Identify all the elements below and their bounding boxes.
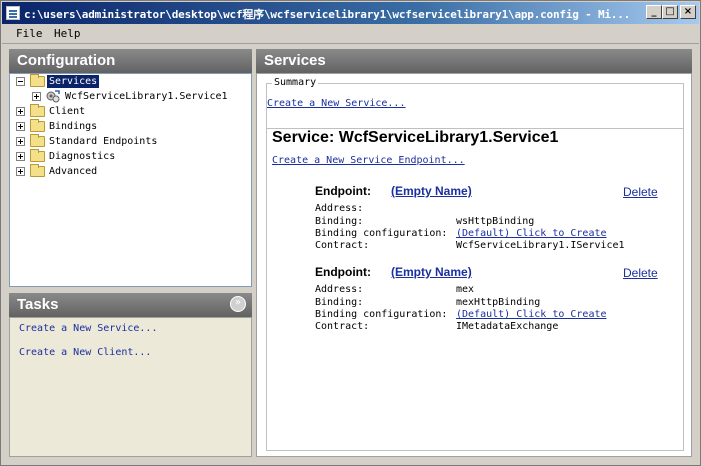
contract-value: WcfServiceLibrary1.IService1 (456, 240, 625, 251)
tree-label-bindings: Bindings (49, 121, 98, 132)
tree-label-diagnostics: Diagnostics (49, 151, 116, 162)
tree-label-services: Services (47, 75, 100, 88)
tree-item-bindings[interactable]: Bindings (10, 119, 250, 134)
task-create-client-link[interactable]: Create a New Client... (19, 347, 151, 358)
minimize-button[interactable]: _ (646, 5, 662, 19)
expand-icon[interactable] (16, 122, 25, 131)
binding-label: Binding: (315, 297, 364, 308)
binding-value: wsHttpBinding (456, 216, 535, 227)
binding-label: Binding: (315, 216, 364, 227)
services-header: Services (256, 49, 692, 73)
contract-value: IMetadataExchange (456, 321, 559, 332)
expand-icon[interactable] (16, 107, 25, 116)
expand-icon[interactable] (16, 137, 25, 146)
endpoint-label: Endpoint: (315, 265, 371, 279)
tasks-panel: Create a New Service... Create a New Cli… (9, 317, 252, 457)
create-endpoint-link[interactable]: Create a New Service Endpoint... (272, 155, 465, 166)
summary-legend: Summary (272, 77, 319, 88)
title-bar[interactable]: c:\users\administrator\desktop\wcf程序\wcf… (2, 2, 699, 24)
binding-configuration-link[interactable]: (Default) Click to Create (456, 309, 607, 320)
tasks-header: Tasks (9, 293, 252, 317)
task-create-service-link[interactable]: Create a New Service... (19, 323, 157, 334)
tree-item-diagnostics[interactable]: Diagnostics (10, 149, 250, 164)
configuration-tree[interactable]: Services WcfServiceLibrary1.Service1 Cli… (9, 73, 252, 287)
tree-item-client[interactable]: Client (10, 104, 250, 119)
folder-icon (30, 134, 45, 147)
tree-item-services[interactable]: Services (10, 74, 250, 89)
collapse-icon[interactable] (16, 77, 25, 86)
binding-configuration-link[interactable]: (Default) Click to Create (456, 228, 607, 239)
menu-file[interactable]: File (16, 27, 43, 40)
app-window: c:\users\administrator\desktop\wcf程序\wcf… (0, 0, 701, 466)
endpoint-name-link[interactable]: (Empty Name) (391, 184, 472, 198)
tree-label-client: Client (49, 106, 86, 117)
collapse-chevron-icon[interactable]: » (230, 296, 246, 312)
folder-icon (30, 149, 45, 162)
tree-label-advanced: Advanced (49, 166, 98, 177)
folder-icon (30, 164, 45, 177)
expand-icon[interactable] (32, 92, 41, 101)
contract-label: Contract: (315, 240, 370, 251)
contract-label: Contract: (315, 321, 370, 332)
tree-item-advanced[interactable]: Advanced (10, 164, 250, 179)
delete-endpoint-link[interactable]: Delete (623, 185, 658, 199)
menu-help[interactable]: Help (54, 27, 81, 40)
configuration-header: Configuration (9, 49, 252, 73)
expand-icon[interactable] (16, 152, 25, 161)
create-service-link[interactable]: Create a New Service... (267, 98, 405, 109)
maximize-button[interactable]: □ (662, 5, 678, 19)
address-value: mex (456, 284, 475, 295)
binding-configuration-label: Binding configuration: (315, 309, 448, 320)
window-title: c:\users\administrator\desktop\wcf程序\wcf… (24, 8, 631, 21)
folder-open-icon (30, 74, 45, 87)
tree-label-standard-endpoints: Standard Endpoints (49, 136, 158, 147)
service-title: Service: WcfServiceLibrary1.Service1 (272, 129, 559, 146)
binding-configuration-label: Binding configuration: (315, 228, 448, 239)
menu-bar: File Help (2, 24, 699, 44)
folder-icon (30, 119, 45, 132)
folder-icon (30, 104, 45, 117)
close-button[interactable]: × (680, 5, 696, 19)
tree-item-standard-endpoints[interactable]: Standard Endpoints (10, 134, 250, 149)
main-area: Configuration Services WcfServiceLibrary… (4, 46, 698, 463)
binding-value: mexHttpBinding (456, 297, 541, 308)
app-icon[interactable] (6, 6, 20, 20)
endpoint-name-link[interactable]: (Empty Name) (391, 265, 472, 279)
tree-label-service1: WcfServiceLibrary1.Service1 (65, 91, 228, 102)
address-label: Address: (315, 284, 364, 295)
service-icon (46, 90, 60, 103)
services-detail-panel: Summary Create a New Service... Service:… (256, 73, 692, 457)
address-label: Address: (315, 203, 364, 214)
tree-item-service1[interactable]: WcfServiceLibrary1.Service1 (10, 89, 250, 104)
delete-endpoint-link[interactable]: Delete (623, 266, 658, 280)
endpoint-label: Endpoint: (315, 184, 371, 198)
expand-icon[interactable] (16, 167, 25, 176)
